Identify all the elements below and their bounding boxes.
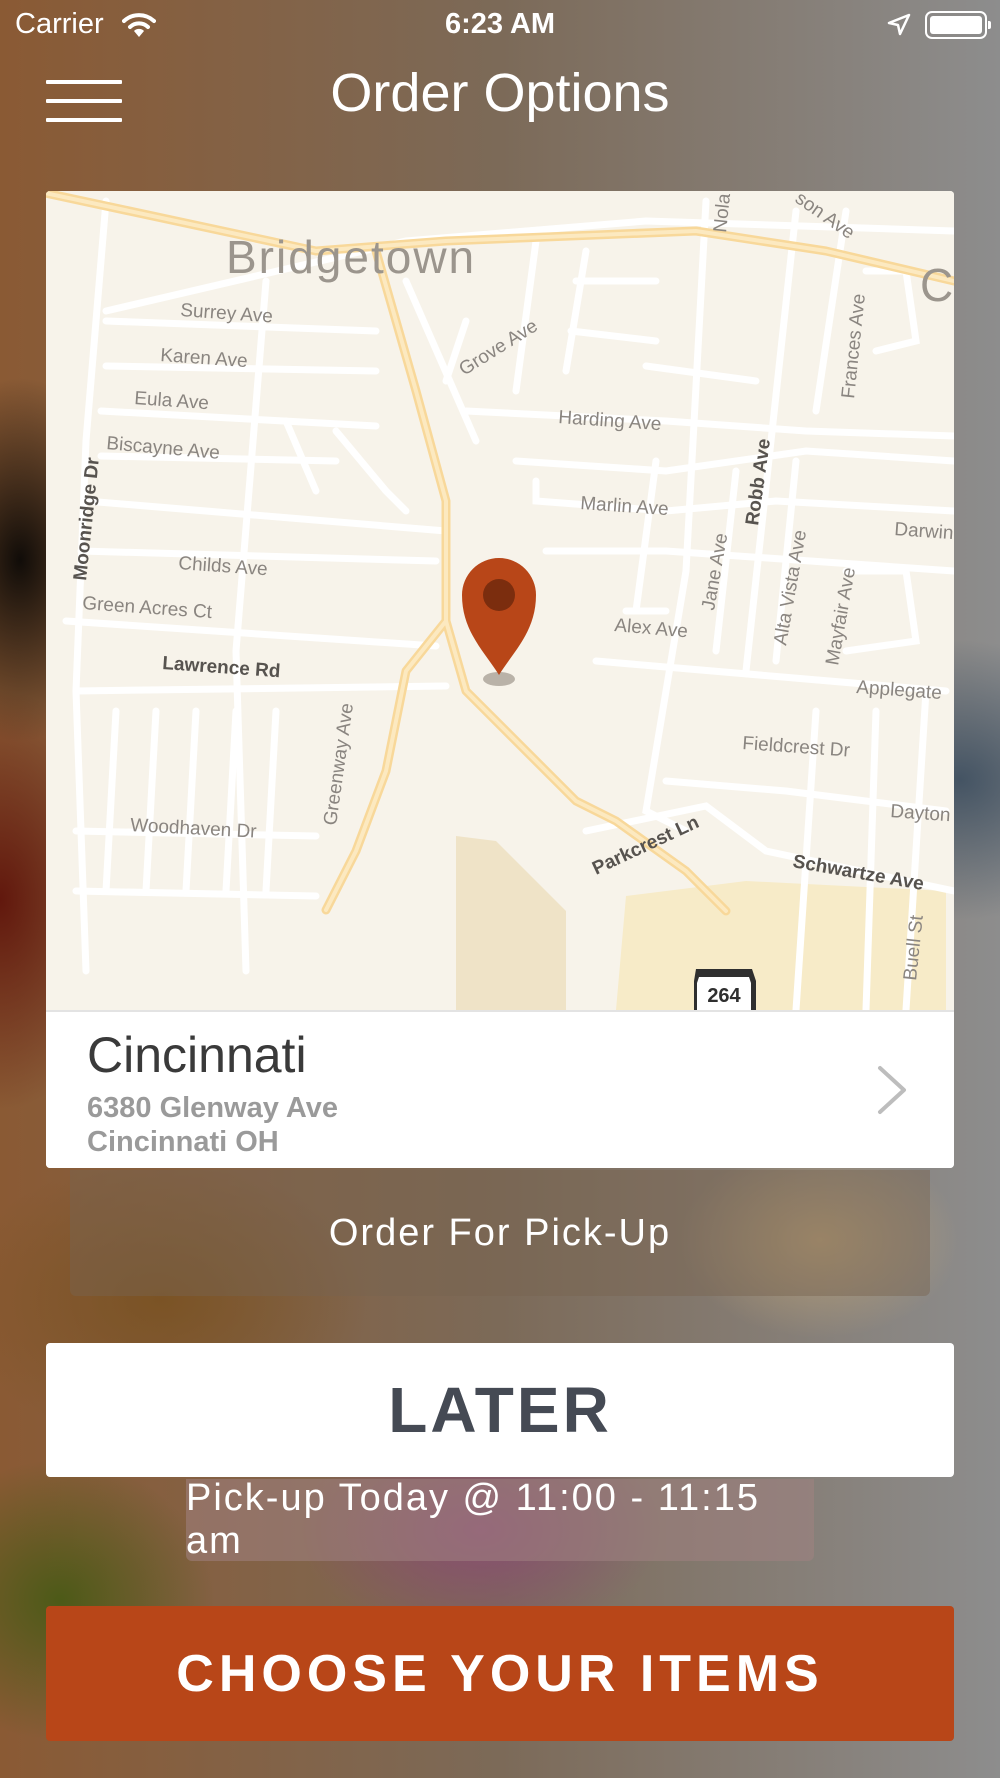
- route-shield-icon: 264: [694, 969, 756, 1010]
- choose-items-button[interactable]: CHOOSE YOUR ITEMS: [46, 1606, 954, 1741]
- map-view[interactable]: Surrey Ave Karen Ave Eula Ave Biscayne A…: [46, 191, 954, 1010]
- page-title: Order Options: [330, 63, 670, 123]
- chevron-right-icon: [878, 1066, 906, 1114]
- clock: 6:23 AM: [444, 8, 556, 40]
- svg-text:Nola: Nola: [710, 192, 735, 233]
- svg-text:Darwin: Darwin: [894, 519, 954, 544]
- location-card: Surrey Ave Karen Ave Eula Ave Biscayne A…: [46, 191, 954, 1168]
- map-area-label: Bridgetown: [226, 231, 476, 283]
- later-button[interactable]: LATER: [46, 1343, 954, 1477]
- svg-text:264: 264: [707, 985, 741, 1007]
- location-address-line1: 6380 Glenway Ave: [87, 1092, 338, 1124]
- location-address-line2: Cincinnati OH: [87, 1126, 279, 1158]
- battery-icon: [925, 11, 991, 39]
- order-type-button[interactable]: Order For Pick-Up: [70, 1170, 930, 1296]
- location-arrow-icon: [887, 13, 911, 36]
- location-city: Cincinnati: [87, 1027, 307, 1083]
- status-bar: Carrier 6:23 AM: [0, 0, 1000, 50]
- svg-text:Dayton: Dayton: [890, 801, 952, 826]
- pickup-time-label[interactable]: Pick-up Today @ 11:00 - 11:15 am: [186, 1477, 814, 1562]
- map-edge-label: C: [920, 259, 953, 311]
- location-row[interactable]: Cincinnati 6380 Glenway Ave Cincinnati O…: [46, 1010, 954, 1168]
